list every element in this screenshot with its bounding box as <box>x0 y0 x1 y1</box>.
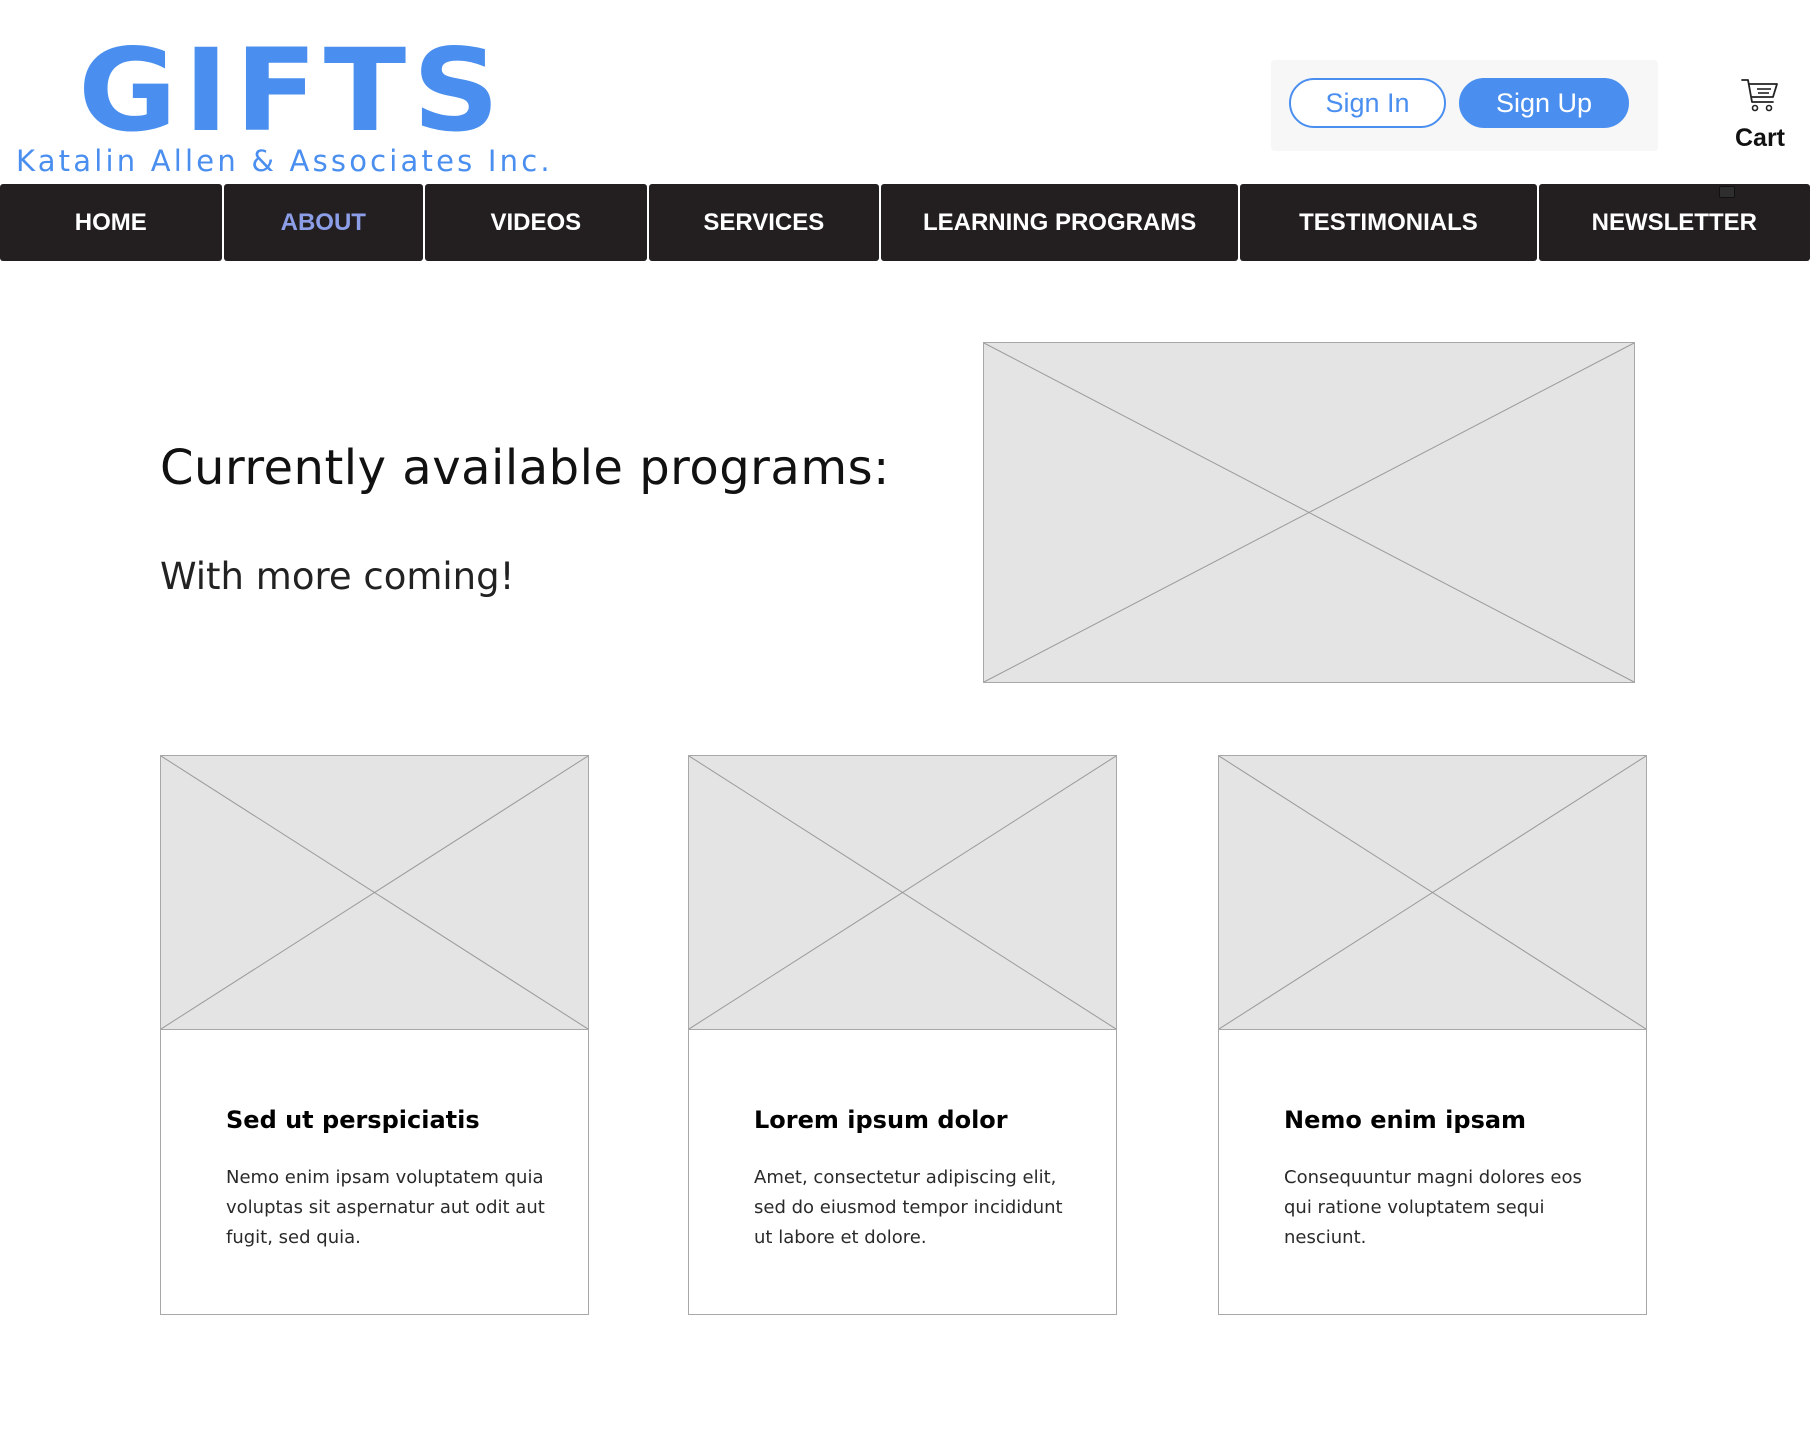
cart-label: Cart <box>1734 124 1785 152</box>
card-text: Amet, consectetur adipiscing elit, sed d… <box>754 1167 1063 1248</box>
program-card[interactable]: Sed ut perspiciatis Nemo enim ipsam volu… <box>160 755 589 1315</box>
nav-item-newsletter[interactable]: NEWSLETTER <box>1538 184 1810 261</box>
sign-in-button[interactable]: Sign In <box>1289 78 1446 128</box>
image-placeholder-icon <box>983 342 1635 683</box>
logo[interactable]: GIFTS Katalin Allen & Associates Inc. <box>14 24 550 180</box>
program-card[interactable]: Nemo enim ipsam Consequuntur magni dolor… <box>1218 755 1647 1315</box>
auth-panel: Sign In Sign Up <box>1271 60 1658 151</box>
image-placeholder-icon <box>160 755 589 1030</box>
card-text: Consequuntur magni dolores eos qui ratio… <box>1284 1167 1582 1248</box>
card-title: Lorem ipsum dolor <box>754 1106 1008 1134</box>
logo-tagline: Katalin Allen & Associates Inc. <box>16 144 553 178</box>
page-subtitle: With more coming! <box>160 555 515 598</box>
card-title: Nemo enim ipsam <box>1284 1106 1527 1134</box>
nav-item-about[interactable]: ABOUT <box>223 184 424 261</box>
page-title: Currently available programs: <box>160 440 890 496</box>
nav-item-testimonials[interactable]: TESTIMONIALS <box>1240 184 1537 261</box>
nav-item-learning-programs[interactable]: LEARNING PROGRAMS <box>881 184 1239 261</box>
nav-item-services[interactable]: SERVICES <box>648 184 880 261</box>
cart-link[interactable]: Cart <box>1726 74 1794 160</box>
image-placeholder-icon <box>688 755 1117 1030</box>
program-card[interactable]: Lorem ipsum dolor Amet, consectetur adip… <box>688 755 1117 1315</box>
nav-item-videos[interactable]: VIDEOS <box>425 184 647 261</box>
logo-wordmark: GIFTS <box>78 24 506 157</box>
card-title: Sed ut perspiciatis <box>226 1106 480 1134</box>
nav-item-home[interactable]: HOME <box>0 184 222 261</box>
main-nav: HOME ABOUT VIDEOS SERVICES LEARNING PROG… <box>0 184 1810 261</box>
sign-up-button[interactable]: Sign Up <box>1459 78 1629 128</box>
newsletter-badge-icon <box>1719 186 1735 198</box>
shopping-cart-icon <box>1741 79 1778 112</box>
card-text: Nemo enim ipsam voluptatem quia voluptas… <box>226 1167 545 1248</box>
image-placeholder-icon <box>1218 755 1647 1030</box>
